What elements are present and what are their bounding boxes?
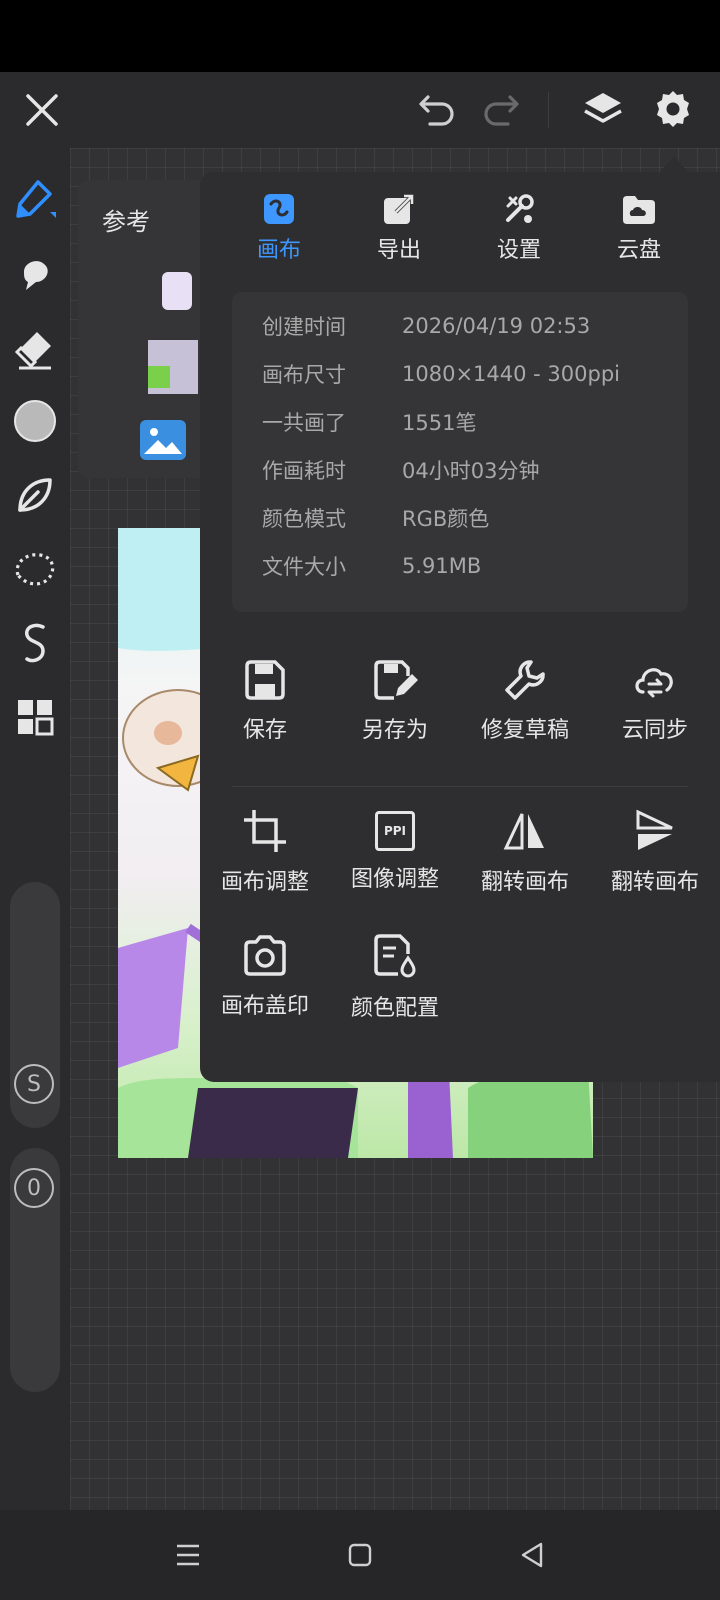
tools-icon	[506, 194, 534, 223]
info-row-file-size: 文件大小 5.91MB	[262, 546, 481, 586]
brush-icon[interactable]	[10, 174, 60, 224]
leaf-brush-icon[interactable]	[10, 470, 60, 520]
cloud-sync-icon	[635, 668, 673, 698]
back-icon[interactable]	[512, 1535, 552, 1575]
brush-opacity-slider[interactable]: 0	[10, 1148, 60, 1392]
reference-label: 参考	[102, 208, 150, 236]
info-label: 颜色模式	[262, 507, 346, 531]
camera-icon	[244, 935, 286, 976]
color-profile-label: 颜色配置	[350, 996, 439, 1021]
save-button[interactable]: 保存	[200, 658, 330, 744]
size-badge: S	[14, 1064, 54, 1104]
redo-icon[interactable]	[478, 88, 526, 132]
info-label: 作画耗时	[262, 459, 346, 483]
canvas-info-card: 创建时间 2026/04/19 02:53 画布尺寸 1080×1440 - 3…	[232, 292, 688, 612]
info-row-created: 创建时间 2026/04/19 02:53	[262, 306, 590, 346]
color-profile-button[interactable]: 颜色配置	[330, 934, 460, 1022]
canvas-menu: 画布 导出 设置 云盘 创建时间 2026/04/19 02:53 画布尺寸 1…	[200, 172, 720, 1082]
lasso-icon[interactable]	[10, 544, 60, 594]
canvas-icon	[264, 194, 294, 224]
tab-export-label: 导出	[376, 238, 421, 263]
info-value: 2026/04/19 02:53	[402, 314, 591, 338]
home-icon[interactable]	[340, 1535, 380, 1575]
opacity-badge: 0	[14, 1168, 54, 1208]
tab-cloud-disk[interactable]: 云盘	[584, 192, 694, 264]
reference-thumb-1[interactable]	[162, 272, 192, 310]
info-value: RGB颜色	[402, 507, 490, 531]
info-row-size: 画布尺寸 1080×1440 - 300ppi	[262, 354, 620, 394]
flip-canvas-vertical-label: 翻转画布	[610, 870, 699, 895]
canvas-adjust-button[interactable]: 画布调整	[200, 808, 330, 896]
system-nav-bar	[0, 1510, 720, 1600]
repair-draft-button[interactable]: 修复草稿	[460, 658, 590, 744]
color-circle-icon[interactable]	[10, 396, 60, 446]
brush-size-slider[interactable]: S	[10, 882, 60, 1128]
stroke-icon[interactable]	[10, 618, 60, 668]
menu-arrow	[660, 156, 688, 172]
crop-icon	[244, 810, 286, 852]
eraser-icon[interactable]	[10, 324, 60, 374]
toolbar-divider	[548, 92, 549, 128]
color-profile-icon	[374, 934, 416, 978]
grid-icon[interactable]	[10, 692, 60, 742]
tab-settings[interactable]: 设置	[464, 192, 574, 264]
cloud-sync-button[interactable]: 云同步	[590, 658, 720, 744]
info-value: 1080×1440 - 300ppi	[402, 362, 620, 386]
canvas-adjust-label: 画布调整	[220, 870, 309, 895]
info-value: 5.91MB	[402, 554, 482, 578]
save-as-label: 另存为	[361, 718, 428, 743]
top-bar	[0, 72, 720, 148]
undo-icon[interactable]	[412, 88, 460, 132]
save-as-icon	[374, 660, 418, 700]
wrench-icon	[505, 660, 545, 700]
cloud-sync-label: 云同步	[621, 718, 688, 743]
ppi-text: PPI	[383, 824, 407, 838]
save-label: 保存	[242, 718, 287, 743]
repair-draft-label: 修复草稿	[480, 718, 569, 743]
image-adjust-label: 图像调整	[350, 867, 439, 892]
export-icon	[384, 194, 414, 224]
image-icon[interactable]	[140, 420, 186, 460]
info-label: 文件大小	[262, 555, 346, 579]
flip-canvas-horizontal-button[interactable]: 翻转画布	[460, 808, 590, 896]
info-row-duration: 作画耗时 04小时03分钟	[262, 450, 539, 490]
flip-vertical-icon	[636, 809, 673, 850]
left-toolbar: S 0	[0, 148, 70, 1510]
info-row-color-mode: 颜色模式 RGB颜色	[262, 498, 489, 538]
reference-panel: 参考	[78, 180, 218, 478]
canvas-stamp-label: 画布盖印	[220, 994, 309, 1019]
save-as-button[interactable]: 另存为	[330, 658, 460, 744]
settings-icon[interactable]	[648, 84, 698, 134]
tab-cloud-disk-label: 云盘	[616, 238, 661, 263]
ppi-icon: PPI	[375, 811, 415, 851]
info-row-strokes: 一共画了 1551笔	[262, 402, 476, 442]
canvas-stamp-button[interactable]: 画布盖印	[200, 934, 330, 1020]
info-label: 画布尺寸	[262, 363, 346, 387]
cloud-disk-icon	[623, 196, 655, 224]
flip-canvas-horizontal-label: 翻转画布	[480, 870, 569, 895]
info-label: 创建时间	[262, 315, 346, 339]
menu-icon[interactable]	[168, 1535, 208, 1575]
tab-export[interactable]: 导出	[344, 192, 454, 264]
tab-canvas[interactable]: 画布	[224, 192, 334, 264]
info-label: 一共画了	[262, 411, 346, 435]
flip-horizontal-icon	[503, 813, 544, 850]
image-adjust-button[interactable]: PPI 图像调整	[330, 808, 460, 893]
reference-thumb-2[interactable]	[148, 340, 198, 394]
info-value: 04小时03分钟	[402, 459, 540, 483]
close-icon[interactable]	[18, 86, 66, 134]
smudge-icon[interactable]	[10, 250, 60, 300]
save-icon	[245, 660, 285, 700]
info-value: 1551笔	[402, 411, 477, 435]
tab-settings-label: 设置	[496, 238, 541, 263]
layers-icon[interactable]	[578, 84, 628, 134]
tab-canvas-label: 画布	[256, 238, 301, 263]
status-bar	[0, 0, 720, 72]
flip-canvas-vertical-button[interactable]: 翻转画布	[590, 808, 720, 896]
menu-divider	[232, 786, 688, 787]
